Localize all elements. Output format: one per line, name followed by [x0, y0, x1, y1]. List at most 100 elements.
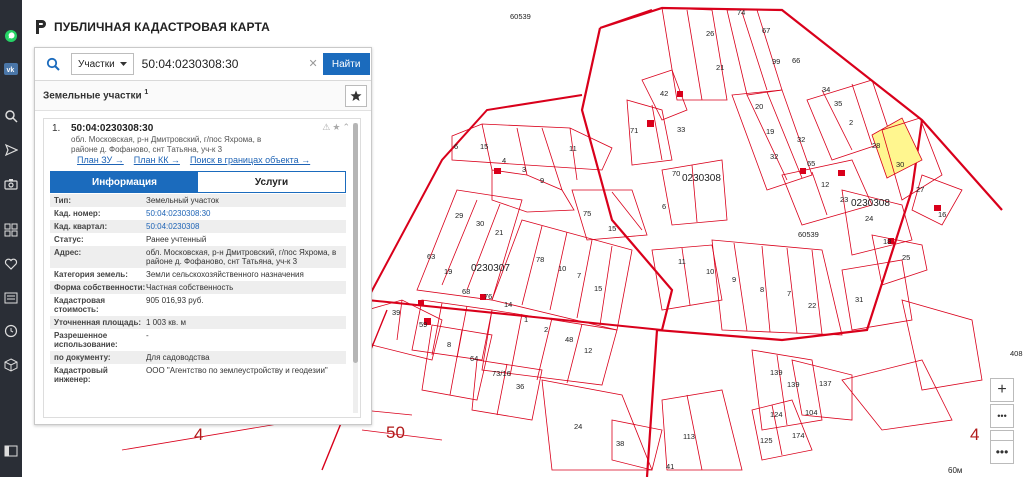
info-row: Адрес: обл. Московская, р-н Дмитровский, …	[50, 246, 346, 268]
plot-label: 11	[569, 144, 577, 153]
chevron-up-icon[interactable]: ⌃	[342, 122, 350, 133]
plot-label: 15	[608, 224, 617, 233]
search-icon[interactable]	[35, 48, 71, 81]
zoom-in-button[interactable]: +	[990, 378, 1014, 402]
plot-label: 71	[630, 126, 639, 135]
camera-icon[interactable]	[3, 176, 19, 192]
search-type-label: Участки	[78, 58, 115, 70]
plot-label: 67	[762, 26, 771, 35]
plot-label: 31	[855, 295, 864, 304]
tab-info[interactable]: Информация	[51, 172, 198, 192]
info-value: обл. Московская, р-н Дмитровский, г/пос …	[146, 248, 337, 266]
info-value: 905 016,93 руб.	[146, 296, 204, 305]
plot-label: 32	[797, 135, 806, 144]
plot-label: 2	[544, 325, 549, 334]
zoom-menu-button[interactable]: •••	[990, 404, 1014, 428]
plot-label: 14	[504, 300, 513, 309]
quarter-label: 0230308	[851, 198, 890, 209]
left-toolbar: vk	[0, 0, 22, 477]
plot-label: 139	[787, 380, 800, 389]
search-in-bounds-link[interactable]: Поиск в границах объекта →	[190, 155, 310, 165]
plot-label: 25	[902, 253, 911, 262]
star-icon	[350, 90, 362, 101]
card-actions: ⚠ ★ ⌃	[322, 122, 350, 133]
more-button[interactable]: •••	[990, 440, 1014, 464]
card-header: 1. 50:04:0230308:30 обл. Московская, р-н…	[44, 119, 360, 171]
plot-label: 104	[805, 408, 818, 417]
plot-label: 48	[565, 335, 574, 344]
plot-label: 63	[427, 252, 436, 261]
info-key: Разрешенное использование:	[54, 331, 118, 349]
result-address: обл. Московская, р-н Дмитровский, г/пос …	[71, 135, 262, 154]
whatsapp-icon[interactable]	[3, 28, 19, 44]
zone-label: 50	[386, 423, 405, 442]
plot-label: 27	[916, 185, 925, 194]
plot-label: 42	[660, 89, 669, 98]
plan-zu-link[interactable]: План ЗУ →	[77, 155, 124, 165]
search-type-select[interactable]: Участки	[71, 53, 134, 75]
plot-label: 66	[792, 56, 801, 65]
info-value: 1 003 кв. м	[146, 318, 186, 327]
info-key: Уточненная площадь:	[54, 318, 142, 327]
send-icon[interactable]	[3, 142, 19, 158]
chevron-down-icon	[119, 61, 127, 66]
result-cad-number[interactable]: 50:04:0230308:30	[71, 123, 153, 134]
plot-label: 32	[770, 152, 779, 161]
plot-label: 174	[792, 431, 805, 440]
info-row: Разрешенное использование: -	[50, 329, 346, 351]
info-row: по документу: Для садоводства	[50, 351, 346, 364]
card-scrollbar[interactable]	[353, 123, 358, 413]
cad-quarter-link[interactable]: 50:04:0230308	[146, 222, 199, 231]
info-key: Адрес:	[54, 248, 82, 257]
results-count: 1	[144, 89, 149, 97]
favorite-button[interactable]	[345, 84, 367, 107]
plot-label: 21	[716, 63, 725, 72]
scroll-thumb[interactable]	[353, 123, 358, 363]
plot-label: 3	[522, 165, 527, 174]
info-value: Ранее учтенный	[146, 235, 207, 244]
warning-icon[interactable]: ⚠	[322, 122, 330, 133]
plot-label: 24	[865, 214, 874, 223]
plot-label: 60539	[510, 12, 531, 21]
search-input[interactable]: 50:04:0230308:30 ✕	[140, 53, 320, 75]
info-key: Категория земель:	[54, 270, 128, 279]
plot-label: 16	[938, 210, 947, 219]
plot-label: 19	[766, 127, 775, 136]
app-title: ПУБЛИЧНАЯ КАДАСТРОВАЯ КАРТА	[54, 20, 270, 34]
cube-icon[interactable]	[3, 357, 19, 373]
search-icon[interactable]	[3, 108, 19, 124]
grid-icon[interactable]	[3, 222, 19, 238]
star-icon[interactable]: ★	[332, 122, 340, 133]
plot-label: 1	[524, 315, 529, 324]
info-row: Кадастровая стоимость: 905 016,93 руб.	[50, 294, 346, 316]
find-button[interactable]: Найти	[322, 53, 370, 75]
plot-label: 38	[616, 439, 625, 448]
info-value: Частная собственность	[146, 283, 234, 292]
plot-label: 74	[737, 8, 746, 17]
plot-label: 9	[540, 176, 545, 185]
vk-icon[interactable]: vk	[3, 61, 19, 77]
result-card[interactable]: 1. 50:04:0230308:30 обл. Московская, р-н…	[43, 118, 361, 418]
info-row: Статус: Ранее учтенный	[50, 233, 346, 246]
plot-label: 10	[558, 264, 567, 273]
heart-icon[interactable]	[3, 256, 19, 272]
clear-icon[interactable]: ✕	[308, 57, 317, 70]
rosreestr-logo-icon	[36, 20, 46, 34]
search-bar: Участки 50:04:0230308:30 ✕ Найти	[35, 48, 371, 81]
news-icon[interactable]	[3, 290, 19, 306]
plot-label: 36	[516, 382, 525, 391]
tab-services[interactable]: Услуги	[198, 172, 345, 192]
plot-label: 9	[732, 275, 737, 284]
clock-icon[interactable]	[3, 323, 19, 339]
sidebar-toggle-icon[interactable]	[3, 443, 19, 459]
selected-plot-label[interactable]: 30	[896, 161, 904, 169]
plan-kk-link[interactable]: План КК →	[134, 155, 180, 165]
plot-label: 10	[706, 267, 715, 276]
search-panel: Участки 50:04:0230308:30 ✕ Найти Земельн…	[34, 47, 372, 425]
info-key: Кад. квартал:	[54, 222, 108, 231]
plot-label: 64	[470, 354, 479, 363]
scale-label: 60м	[948, 466, 963, 475]
cad-number-link[interactable]: 50:04:0230308:30	[146, 209, 211, 218]
plot-label: 124	[770, 410, 783, 419]
info-row: Категория земель: Земли сельскохозяйствен…	[50, 268, 346, 281]
